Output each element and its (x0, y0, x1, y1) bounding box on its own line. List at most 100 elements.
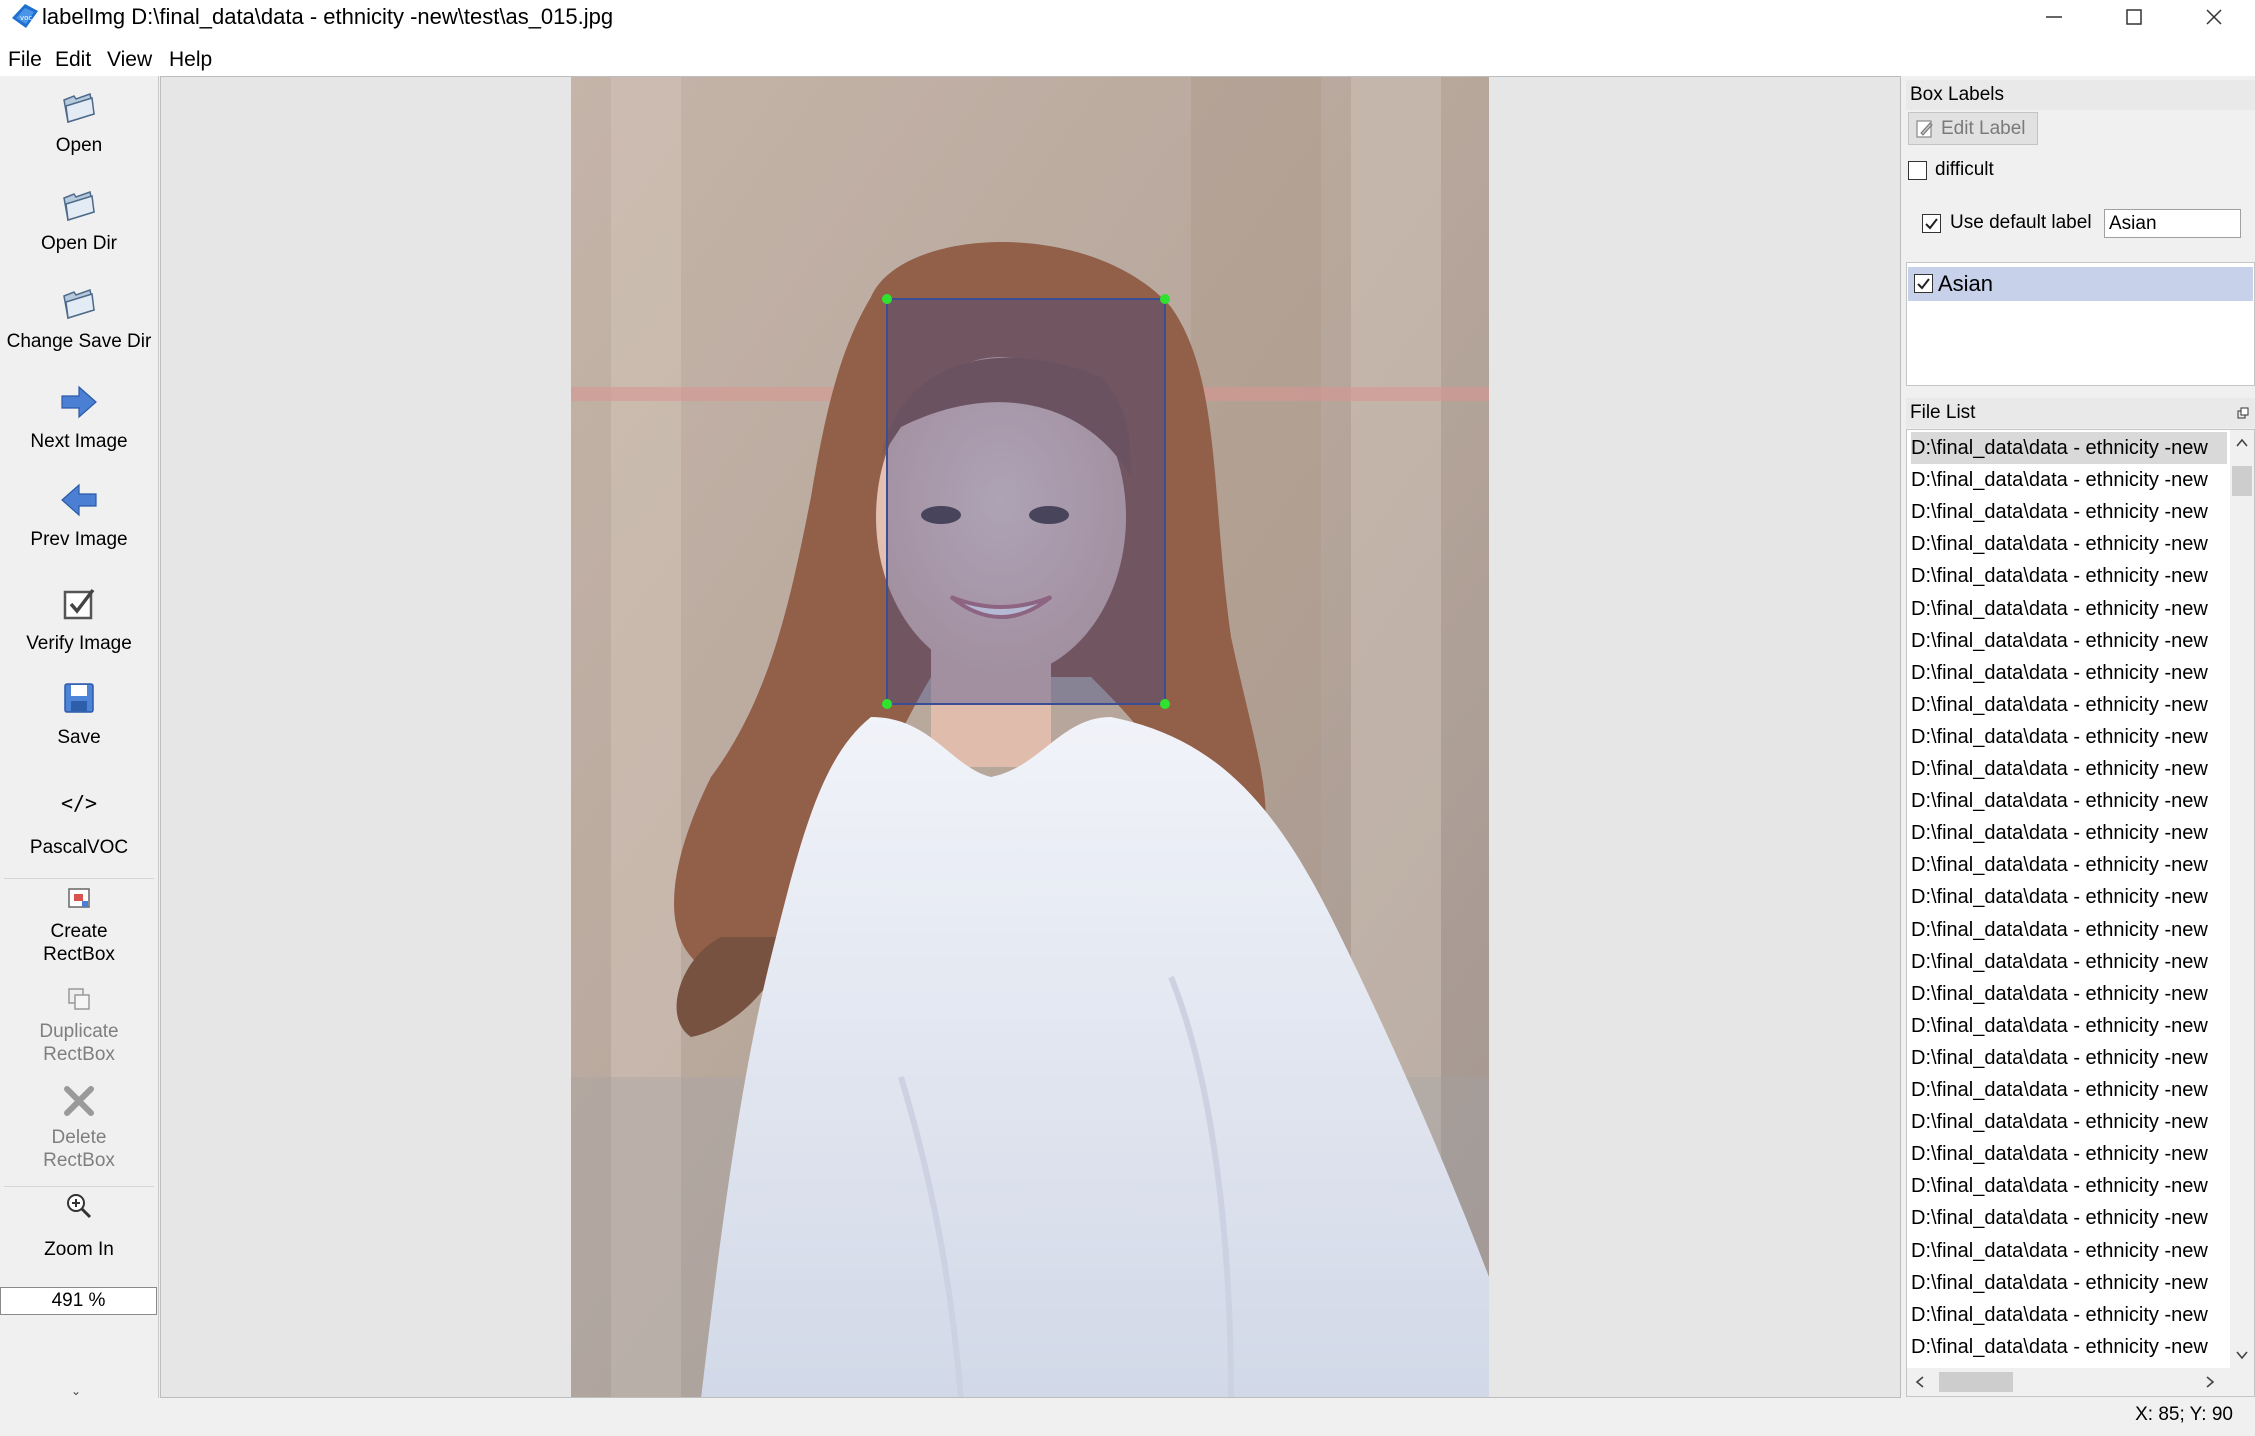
file-list-item[interactable]: D:\final_data\data - ethnicity -new (1911, 1235, 2227, 1267)
file-list-item[interactable]: D:\final_data\data - ethnicity -new (1911, 464, 2227, 496)
use-default-label-checkbox[interactable] (1922, 214, 1941, 233)
save-button[interactable]: Save (0, 682, 158, 766)
duplicate-rectbox-button[interactable]: Duplicate RectBox (0, 986, 158, 1078)
next-image-label: Next Image (30, 431, 128, 452)
delete-rectbox-button[interactable]: Delete RectBox (0, 1084, 158, 1184)
arrow-right-icon (61, 385, 97, 419)
label-visible-checkbox[interactable] (1914, 274, 1933, 293)
vertical-scrollbar[interactable] (2230, 430, 2254, 1370)
vertical-scroll-thumb[interactable] (2232, 466, 2252, 496)
horizontal-scroll-thumb[interactable] (1939, 1372, 2013, 1392)
open-dir-button[interactable]: Open Dir (0, 188, 158, 268)
chevron-left-icon[interactable] (1915, 1376, 1925, 1388)
box-corner-handle[interactable] (1160, 294, 1170, 304)
change-save-dir-label: Change Save Dir (6, 331, 152, 352)
file-list-item[interactable]: D:\final_data\data - ethnicity -new (1911, 1138, 2227, 1170)
horizontal-scrollbar[interactable] (1907, 1368, 2254, 1396)
edit-label-button[interactable]: Edit Label (1908, 112, 2038, 145)
file-list-item[interactable]: D:\final_data\data - ethnicity -new (1911, 881, 2227, 913)
file-list-item[interactable]: D:\final_data\data - ethnicity -new (1911, 753, 2227, 785)
file-list-item[interactable]: D:\final_data\data - ethnicity -new (1911, 1106, 2227, 1138)
image-canvas[interactable] (160, 76, 1901, 1398)
box-labels-title: Box Labels (1906, 80, 2255, 110)
cursor-coordinates: X: 85; Y: 90 (2135, 1404, 2233, 1425)
toolbar-divider (4, 878, 154, 879)
difficult-checkbox[interactable] (1908, 161, 1927, 180)
maximize-button[interactable] (2094, 0, 2174, 34)
file-list-item[interactable]: D:\final_data\data - ethnicity -new (1911, 496, 2227, 528)
delete-x-icon (64, 1086, 94, 1116)
default-label-input[interactable]: Asian (2104, 209, 2241, 238)
duplicate-icon (68, 988, 90, 1010)
checkmark-icon (1917, 278, 1930, 290)
menu-edit[interactable]: Edit (55, 44, 91, 76)
save-label: Save (57, 727, 101, 748)
checkbox-icon (63, 588, 95, 620)
label-list-item[interactable]: Asian (1908, 267, 2253, 301)
file-list-item[interactable]: D:\final_data\data - ethnicity -new (1911, 560, 2227, 592)
file-list-item[interactable]: D:\final_data\data - ethnicity -new (1911, 1010, 2227, 1042)
file-list-item[interactable]: D:\final_data\data - ethnicity -new (1911, 689, 2227, 721)
status-bar: X: 85; Y: 90 (0, 1398, 2255, 1436)
box-corner-handle[interactable] (1160, 699, 1170, 709)
file-list-item[interactable]: D:\final_data\data - ethnicity -new (1911, 1267, 2227, 1299)
file-list-item[interactable]: D:\final_data\data - ethnicity -new (1911, 1331, 2227, 1363)
chevron-up-icon[interactable] (2236, 438, 2248, 448)
loaded-image (571, 77, 1489, 1397)
edit-label-text: Edit Label (1941, 117, 2026, 139)
box-corner-handle[interactable] (882, 699, 892, 709)
file-list-item[interactable]: D:\final_data\data - ethnicity -new (1911, 432, 2227, 464)
box-corner-handle[interactable] (882, 294, 892, 304)
arrow-left-icon (61, 483, 97, 517)
file-list-item[interactable]: D:\final_data\data - ethnicity -new (1911, 849, 2227, 881)
file-list-item[interactable]: D:\final_data\data - ethnicity -new (1911, 1202, 2227, 1234)
next-image-button[interactable]: Next Image (0, 384, 158, 468)
file-list-item[interactable]: D:\final_data\data - ethnicity -new (1911, 1170, 2227, 1202)
checkmark-icon (1925, 218, 1938, 230)
file-list-item[interactable]: D:\final_data\data - ethnicity -new (1911, 625, 2227, 657)
toolbar-expand-icon[interactable]: ⌄ (71, 1384, 81, 1398)
file-list-item[interactable]: D:\final_data\data - ethnicity -new (1911, 817, 2227, 849)
menu-view[interactable]: View (107, 44, 152, 76)
create-box-icon (68, 888, 90, 908)
prev-image-button[interactable]: Prev Image (0, 482, 158, 566)
zoom-in-button[interactable]: Zoom In (0, 1192, 158, 1278)
file-list-item[interactable]: D:\final_data\data - ethnicity -new (1911, 528, 2227, 560)
verify-image-button[interactable]: Verify Image (0, 586, 158, 670)
file-list-item[interactable]: D:\final_data\data - ethnicity -new (1911, 721, 2227, 753)
file-list-item[interactable]: D:\final_data\data - ethnicity -new (1911, 657, 2227, 689)
file-list-item[interactable]: D:\final_data\data - ethnicity -new (1911, 1042, 2227, 1074)
file-list-item[interactable]: D:\final_data\data - ethnicity -new (1911, 785, 2227, 817)
svg-text:voc: voc (20, 14, 32, 22)
close-button[interactable] (2174, 0, 2254, 34)
minimize-button[interactable] (2014, 0, 2094, 34)
duplicate-rectbox-label: Duplicate RectBox (39, 1021, 119, 1065)
menu-file[interactable]: File (8, 44, 42, 76)
file-list-item[interactable]: D:\final_data\data - ethnicity -new (1911, 946, 2227, 978)
file-list-title: File List (1906, 398, 2255, 428)
undock-icon[interactable] (2237, 407, 2249, 419)
create-rectbox-button[interactable]: Create RectBox (0, 886, 158, 978)
file-list-item[interactable]: D:\final_data\data - ethnicity -new (1911, 1074, 2227, 1106)
close-icon (2206, 9, 2222, 25)
chevron-right-icon[interactable] (2205, 1376, 2215, 1388)
chevron-down-icon[interactable] (2236, 1350, 2248, 1360)
minimize-icon (2046, 16, 2062, 18)
zoom-in-icon (67, 1194, 92, 1219)
folder-open-icon (63, 289, 95, 319)
window-title: labelImg D:\final_data\data - ethnicity … (42, 4, 614, 29)
menu-help[interactable]: Help (169, 44, 212, 76)
bounding-box[interactable] (882, 294, 1170, 709)
zoom-level-field[interactable]: 491 % (0, 1287, 157, 1315)
format-label: PascalVOC (29, 837, 129, 858)
open-button[interactable]: Open (0, 90, 158, 170)
file-list-item[interactable]: D:\final_data\data - ethnicity -new (1911, 593, 2227, 625)
maximize-icon (2126, 9, 2142, 25)
file-list-item[interactable]: D:\final_data\data - ethnicity -new (1911, 914, 2227, 946)
folder-open-icon (63, 191, 95, 221)
format-toggle-button[interactable]: </> PascalVOC (0, 788, 158, 868)
toolbar: Open Open Dir Change Save Dir Next Image (0, 76, 159, 1398)
file-list-item[interactable]: D:\final_data\data - ethnicity -new (1911, 978, 2227, 1010)
file-list-item[interactable]: D:\final_data\data - ethnicity -new (1911, 1299, 2227, 1331)
change-save-dir-button[interactable]: Change Save Dir (0, 286, 158, 366)
